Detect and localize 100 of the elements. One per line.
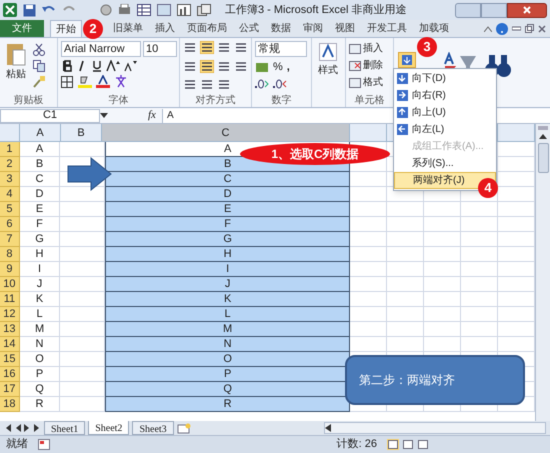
help-icon[interactable] (496, 22, 508, 34)
ribbon-tab[interactable]: 加载项 (414, 20, 454, 37)
sheet-tab[interactable]: Sheet1 (44, 421, 86, 435)
ribbon-tab[interactable]: 审阅 (298, 20, 328, 37)
grid-icon[interactable] (157, 4, 171, 16)
bold-icon[interactable] (61, 60, 73, 72)
font-color-icon[interactable] (96, 75, 110, 88)
paste-button[interactable]: 粘贴 (3, 41, 29, 94)
wrap-text-icon[interactable] (234, 41, 248, 54)
row-header[interactable]: 12 (0, 307, 20, 322)
excel-logo-icon[interactable] (3, 3, 17, 17)
caret-up-icon[interactable] (539, 134, 547, 139)
row-header[interactable]: 8 (0, 247, 20, 262)
left-align-icon[interactable] (183, 60, 197, 73)
row-header[interactable]: 7 (0, 232, 20, 247)
grow-font-icon[interactable] (106, 60, 120, 72)
printer-icon[interactable] (118, 4, 131, 16)
sheet-tab[interactable]: Sheet3 (132, 421, 174, 435)
orientation-icon[interactable] (217, 78, 231, 92)
new-sheet-icon[interactable] (176, 422, 191, 434)
decrease-decimal-icon[interactable] (273, 78, 287, 90)
previous-sheet-icon[interactable] (14, 424, 21, 432)
next-sheet-icon[interactable] (24, 424, 31, 432)
menu-item[interactable]: 向右(R) (394, 87, 496, 104)
chart-icon[interactable] (177, 4, 191, 16)
row-header[interactable]: 11 (0, 292, 20, 307)
normal-view-icon[interactable] (387, 439, 399, 450)
cell-command-button[interactable]: 插入 (349, 41, 383, 56)
row-header[interactable]: 5 (0, 202, 20, 217)
right-align-icon[interactable] (217, 60, 231, 73)
caret-left-icon[interactable] (324, 424, 331, 432)
number-format-field[interactable]: 常规 (255, 41, 307, 57)
fill-button[interactable] (398, 52, 416, 68)
merge-icon[interactable] (234, 60, 248, 73)
row-header[interactable]: 17 (0, 382, 20, 397)
ribbon-tab[interactable]: 旧菜单 (108, 20, 148, 37)
menu-item[interactable]: 向左(L) (394, 121, 496, 138)
ribbon-tab[interactable]: 页面布局 (182, 20, 232, 37)
underline-icon[interactable] (91, 60, 103, 72)
bottom-align-icon[interactable] (217, 41, 231, 54)
increase-decimal-icon[interactable] (255, 78, 269, 90)
ribbon-tab[interactable]: 文件 (0, 20, 44, 37)
row-header[interactable]: 18 (0, 397, 20, 412)
row-header[interactable]: 14 (0, 337, 20, 352)
percent-button[interactable]: % (273, 61, 283, 74)
menu-item[interactable]: 向下(D) (394, 70, 496, 87)
split-handle-icon[interactable] (538, 126, 548, 130)
scissors-icon[interactable] (32, 43, 46, 56)
save-icon[interactable] (23, 4, 36, 16)
increase-indent-icon[interactable] (200, 78, 214, 92)
column-header[interactable]: A (20, 124, 62, 141)
row-header[interactable]: 13 (0, 322, 20, 337)
table-icon[interactable] (137, 4, 151, 16)
row-header[interactable]: 16 (0, 367, 20, 382)
first-sheet-icon[interactable] (4, 424, 11, 432)
middle-align-icon[interactable] (200, 41, 214, 54)
ribbon-tab[interactable]: 视图 (330, 20, 360, 37)
ribbon-tab[interactable]: 开始 (50, 20, 82, 37)
ribbon-tab[interactable]: 公式 (234, 20, 264, 37)
sheet-tab[interactable]: Sheet2 (88, 421, 130, 435)
ribbon-tab[interactable]: 数据 (266, 20, 296, 37)
vertical-scrollbar[interactable] (535, 124, 550, 421)
ribbon-tab[interactable]: 开发工具 (362, 20, 412, 37)
dropdown-caret-icon[interactable] (100, 113, 108, 118)
row-header[interactable]: 2 (0, 157, 20, 172)
brush-icon[interactable] (32, 75, 46, 88)
row-header[interactable]: 3 (0, 172, 20, 187)
row-header[interactable]: 10 (0, 277, 20, 292)
row-header[interactable]: 4 (0, 187, 20, 202)
font-name-field[interactable]: Arial Narrow (61, 41, 141, 57)
horizontal-scrollbar[interactable] (324, 422, 546, 434)
center-align-icon[interactable] (200, 60, 214, 73)
font-size-field[interactable]: 10 (143, 41, 177, 57)
row-header[interactable]: 9 (0, 262, 20, 277)
shrink-font-icon[interactable] (123, 60, 137, 72)
top-align-icon[interactable] (183, 41, 197, 54)
decrease-indent-icon[interactable] (183, 78, 197, 92)
close-icon[interactable] (538, 24, 546, 32)
insert-function-button[interactable]: fx (148, 107, 156, 124)
row-header[interactable]: 15 (0, 352, 20, 367)
styles-button[interactable]: 样式 (315, 41, 341, 107)
caret-up-icon[interactable] (484, 26, 492, 32)
ribbon-tab[interactable]: 插入 (150, 20, 180, 37)
comma-button[interactable]: , (286, 61, 290, 74)
macro-record-icon[interactable] (38, 439, 50, 450)
border-icon[interactable] (61, 76, 74, 88)
clock-icon[interactable] (100, 4, 112, 16)
fill-color-icon[interactable] (78, 75, 92, 88)
restore-icon[interactable] (525, 24, 534, 33)
last-sheet-icon[interactable] (34, 424, 41, 432)
page-layout-icon[interactable] (402, 439, 414, 450)
name-box[interactable]: C1 (0, 108, 100, 122)
cell-command-button[interactable]: 删除 (349, 58, 383, 73)
menu-item[interactable]: 系列(S)... (394, 155, 496, 172)
copy-pages-icon[interactable] (197, 4, 211, 16)
row-header[interactable]: 1 (0, 142, 20, 157)
phonetic-icon[interactable] (114, 75, 128, 88)
page-break-icon[interactable] (417, 439, 429, 450)
close-button[interactable] (507, 2, 547, 18)
scroll-thumb[interactable] (538, 143, 548, 173)
